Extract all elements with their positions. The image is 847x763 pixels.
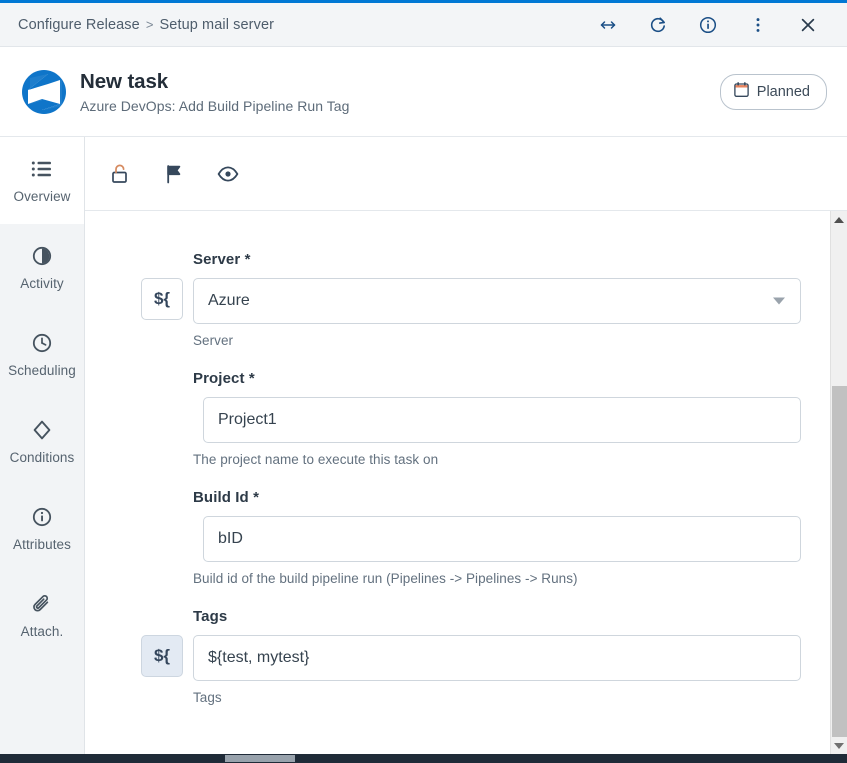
window-titlebar: Configure Release > Setup mail server — [0, 3, 847, 47]
server-select[interactable] — [193, 278, 801, 324]
vertical-scrollbar[interactable] — [830, 211, 847, 754]
field-hint: The project name to execute this task on — [193, 452, 801, 467]
field-label: Build Id * — [193, 489, 801, 506]
input-wrapper — [203, 397, 801, 443]
variable-button-spacer — [141, 516, 193, 562]
input-wrapper — [193, 278, 801, 324]
sidebar-item-label: Scheduling — [8, 363, 76, 378]
variable-button[interactable]: ${ — [141, 635, 183, 677]
info-icon[interactable] — [683, 3, 733, 47]
field-row: ${ — [141, 278, 801, 324]
task-form: Server * ${ Server Project * — [85, 211, 847, 747]
sidebar-item-label: Activity — [20, 276, 64, 291]
sidebar-item-conditions[interactable]: Conditions — [0, 398, 84, 485]
field-hint: Server — [193, 333, 801, 348]
sidebar-item-attributes[interactable]: Attributes — [0, 485, 84, 572]
scroll-up-icon[interactable] — [831, 211, 847, 228]
sidebar-item-label: Attributes — [13, 537, 71, 552]
task-header: New task Azure DevOps: Add Build Pipelin… — [0, 47, 847, 137]
diamond-icon — [31, 419, 53, 441]
field-label: Project * — [193, 370, 801, 387]
field-label: Tags — [193, 608, 801, 625]
field-hint: Tags — [193, 690, 801, 705]
required-marker: * — [245, 251, 251, 268]
breadcrumb-parent[interactable]: Configure Release — [18, 17, 140, 33]
close-icon[interactable] — [783, 3, 833, 47]
main-panel: Server * ${ Server Project * — [85, 137, 847, 754]
field-row — [141, 397, 801, 443]
breadcrumb: Configure Release > Setup mail server — [18, 17, 274, 33]
field-label-text: Tags — [193, 608, 227, 625]
horizontal-scroll-thumb[interactable] — [225, 755, 295, 762]
paperclip-icon — [31, 593, 53, 615]
info-circle-icon — [31, 506, 53, 528]
breadcrumb-separator: > — [146, 17, 154, 32]
window-actions — [583, 3, 833, 47]
field-label-text: Build Id — [193, 489, 249, 506]
variable-button-spacer — [141, 397, 193, 443]
task-editor-window: Configure Release > Setup mail server — [0, 0, 847, 763]
calendar-icon — [733, 81, 750, 103]
scroll-track[interactable] — [831, 228, 847, 737]
clock-icon — [31, 332, 53, 354]
unlock-icon[interactable] — [103, 157, 137, 191]
header-text: New task Azure DevOps: Add Build Pipelin… — [80, 69, 720, 115]
form-scroll-area: Server * ${ Server Project * — [85, 211, 847, 754]
refresh-icon[interactable] — [633, 3, 683, 47]
azure-devops-logo — [16, 64, 72, 120]
field-server: Server * ${ Server — [141, 251, 801, 348]
sidebar-item-label: Attach. — [21, 624, 64, 639]
sidebar: Overview Activity Scheduling Conditions — [0, 137, 85, 754]
window-bottom-bar — [0, 754, 847, 763]
field-build-id: Build Id * Build id of the build pipelin… — [141, 489, 801, 586]
window-body: Overview Activity Scheduling Conditions — [0, 137, 847, 754]
required-marker: * — [253, 489, 259, 506]
sidebar-item-scheduling[interactable]: Scheduling — [0, 311, 84, 398]
field-label: Server * — [193, 251, 801, 268]
field-tags: Tags ${ Tags — [141, 608, 801, 705]
field-project: Project * The project name to execute th… — [141, 370, 801, 467]
required-marker: * — [249, 370, 255, 387]
variable-button[interactable]: ${ — [141, 278, 183, 320]
resize-horizontal-icon[interactable] — [583, 3, 633, 47]
sidebar-item-label: Conditions — [10, 450, 75, 465]
project-input[interactable] — [203, 397, 801, 443]
task-toolbar — [85, 137, 847, 211]
field-label-text: Server — [193, 251, 240, 268]
status-badge-label: Planned — [757, 84, 810, 100]
page-subtitle: Azure DevOps: Add Build Pipeline Run Tag — [80, 98, 720, 114]
field-label-text: Project — [193, 370, 245, 387]
scroll-down-icon[interactable] — [831, 737, 847, 754]
status-badge[interactable]: Planned — [720, 74, 827, 110]
field-row: ${ — [141, 635, 801, 681]
eye-icon[interactable] — [211, 157, 245, 191]
input-wrapper — [203, 516, 801, 562]
list-icon — [31, 158, 53, 180]
build-id-input[interactable] — [203, 516, 801, 562]
page-title: New task — [80, 69, 720, 95]
sidebar-item-overview[interactable]: Overview — [0, 137, 84, 224]
field-row — [141, 516, 801, 562]
breadcrumb-current: Setup mail server — [160, 17, 275, 33]
sidebar-item-attach[interactable]: Attach. — [0, 572, 84, 659]
sidebar-item-activity[interactable]: Activity — [0, 224, 84, 311]
tags-input[interactable] — [193, 635, 801, 681]
more-options-icon[interactable] — [733, 3, 783, 47]
scroll-thumb[interactable] — [832, 386, 847, 737]
field-hint: Build id of the build pipeline run (Pipe… — [193, 571, 801, 586]
flag-icon[interactable] — [157, 157, 191, 191]
input-wrapper — [193, 635, 801, 681]
sidebar-item-label: Overview — [13, 189, 70, 204]
pie-chart-icon — [31, 245, 53, 267]
